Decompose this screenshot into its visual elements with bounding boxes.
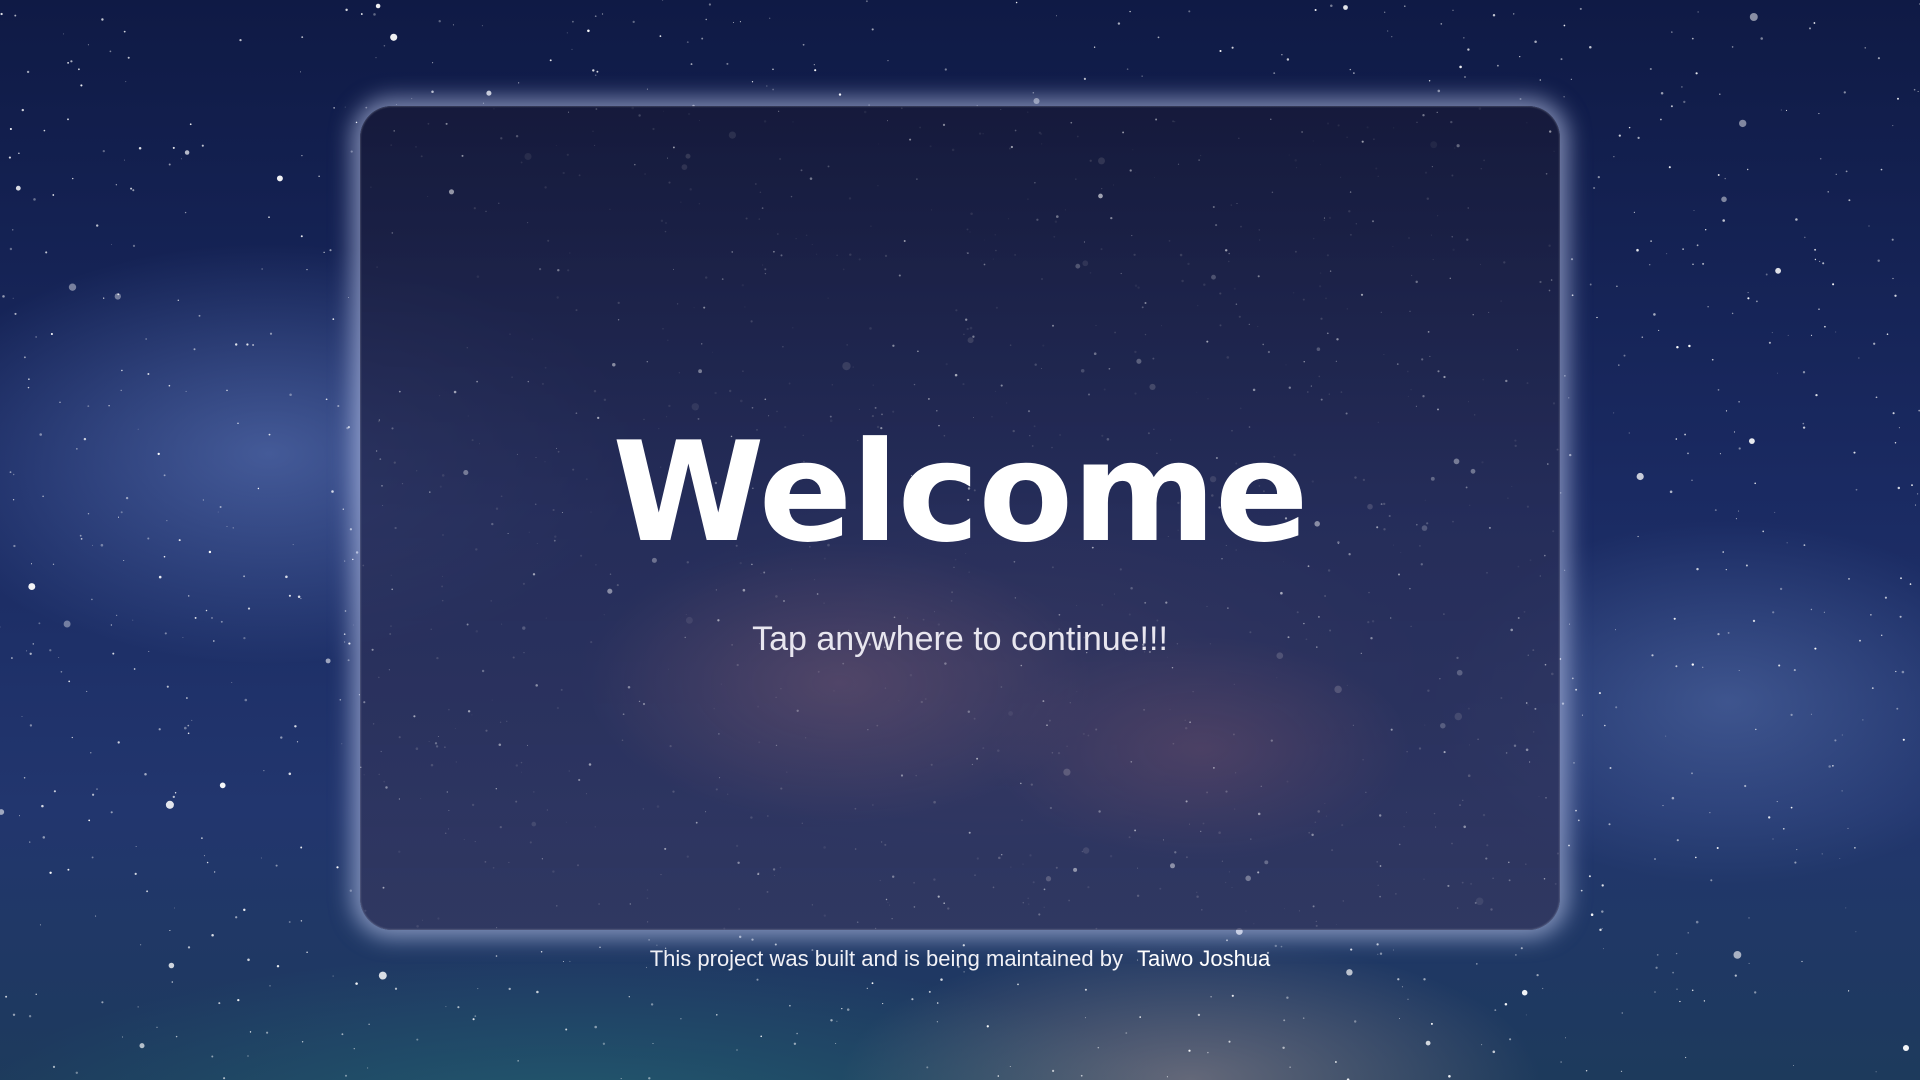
footer-text: This project was built and is being main… <box>649 946 1123 971</box>
author-link[interactable]: Taiwo Joshua <box>1137 946 1270 971</box>
welcome-heading: Welcome <box>612 412 1308 573</box>
tap-to-continue-text[interactable]: Tap anywhere to continue!!! <box>360 620 1560 659</box>
footer-credit: This project was built and is being main… <box>0 946 1920 972</box>
welcome-card[interactable]: Welcome Tap anywhere to continue!!! <box>360 106 1560 930</box>
